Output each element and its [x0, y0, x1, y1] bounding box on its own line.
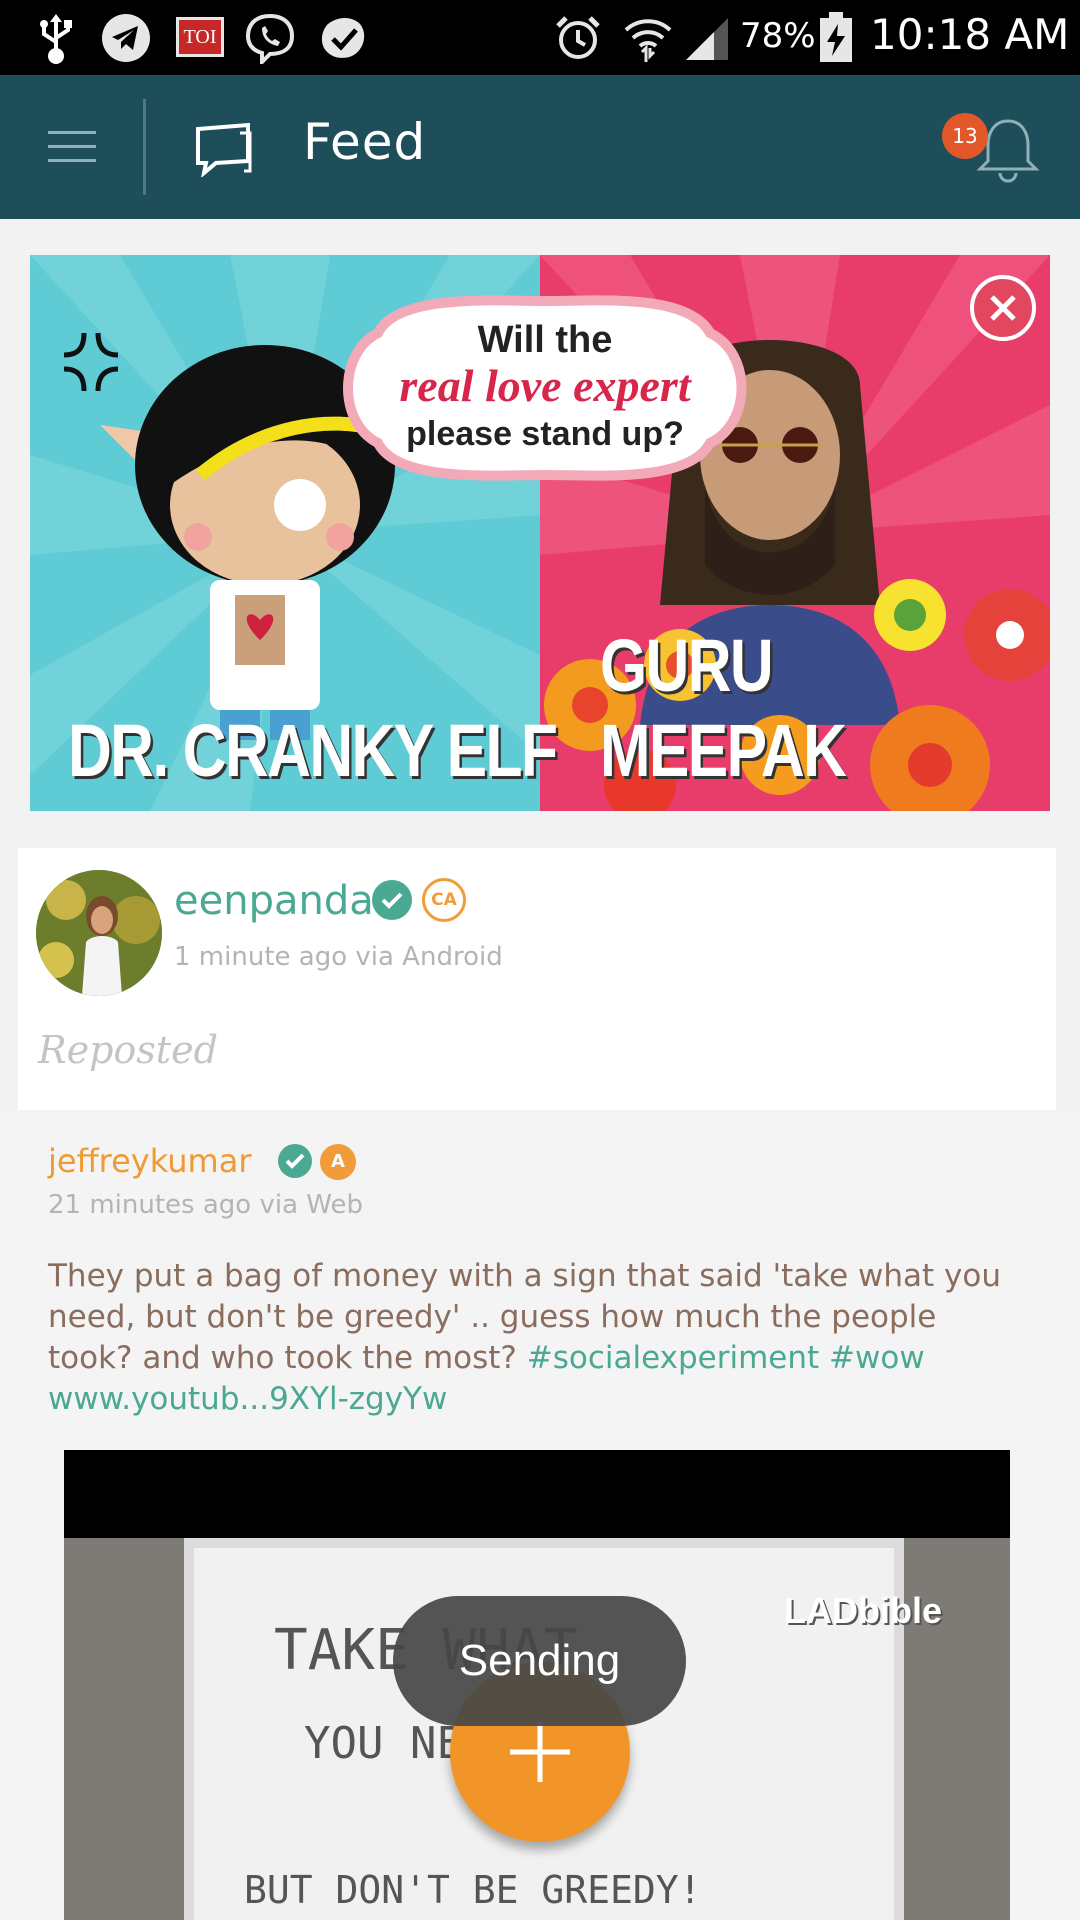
banner-headline-middle: real love expert — [399, 360, 691, 411]
usb-icon — [40, 14, 72, 64]
promo-banner[interactable]: Will the real love expert please stand u… — [30, 255, 1050, 811]
notification-count-badge[interactable]: 13 — [942, 113, 988, 159]
clock-time: 10:18 AM — [870, 10, 1070, 59]
original-level-badge: A — [320, 1144, 356, 1180]
check-icon — [321, 18, 365, 58]
toi-icon: TOI — [176, 17, 224, 57]
wifi-icon — [624, 19, 672, 62]
verified-icon — [372, 880, 412, 920]
viber-icon — [245, 13, 295, 64]
url-link[interactable]: www.youtub...9XYl-zgyYw — [48, 1381, 447, 1417]
close-icon — [990, 295, 1016, 321]
hashtag-link[interactable]: #socialexperiment — [527, 1340, 819, 1376]
sign-line-3: BUT DON'T BE GREEDY! — [244, 1868, 702, 1912]
level-badge: CA — [422, 878, 466, 922]
post-meta: 1 minute ago via Android — [174, 942, 503, 972]
original-meta: 21 minutes ago via Web — [48, 1190, 363, 1220]
page-title: Feed — [303, 113, 427, 171]
video-watermark: LADbible — [784, 1590, 942, 1631]
banner-close-button[interactable] — [970, 275, 1036, 341]
toolbar-divider — [143, 99, 146, 195]
anger-mark-icon — [63, 332, 119, 392]
feed-icon — [196, 122, 252, 177]
telegram-icon — [102, 14, 150, 62]
hashtag-link[interactable]: #wow — [829, 1340, 925, 1376]
battery-charging-icon — [820, 12, 852, 62]
original-verified-icon — [278, 1144, 312, 1178]
signal-icon — [686, 18, 728, 60]
battery-percent: 78% — [740, 16, 816, 56]
post-card-header[interactable]: eenpanda CA 1 minute ago via Android Rep… — [18, 848, 1056, 1110]
app-toolbar: Feed 13 — [0, 75, 1080, 219]
avatar[interactable] — [36, 870, 162, 996]
status-bar: TOI 78% 10:18 AM — [0, 0, 1080, 75]
original-username[interactable]: jeffreykumar — [48, 1142, 251, 1180]
reposted-label: Reposted — [38, 1028, 218, 1072]
hamburger-menu-icon[interactable] — [48, 127, 96, 167]
toi-label: TOI — [183, 26, 217, 48]
sending-toast: Sending — [393, 1596, 686, 1726]
avatar-photo — [36, 870, 162, 996]
post-username[interactable]: eenpanda — [174, 878, 374, 924]
banner-right-name: GURU MEEPAK — [600, 624, 847, 792]
banner-headline-top: Will the — [477, 319, 613, 361]
app-screen: TOI 78% 10:18 AM Feed 13 Will the real l… — [0, 0, 1080, 1920]
banner-left-name: DR. CRANKY ELF — [68, 709, 558, 792]
alarm-icon — [556, 16, 600, 59]
banner-headline-bottom: please stand up? — [406, 415, 684, 453]
post-body-text: They put a bag of money with a sign that… — [48, 1256, 1028, 1420]
